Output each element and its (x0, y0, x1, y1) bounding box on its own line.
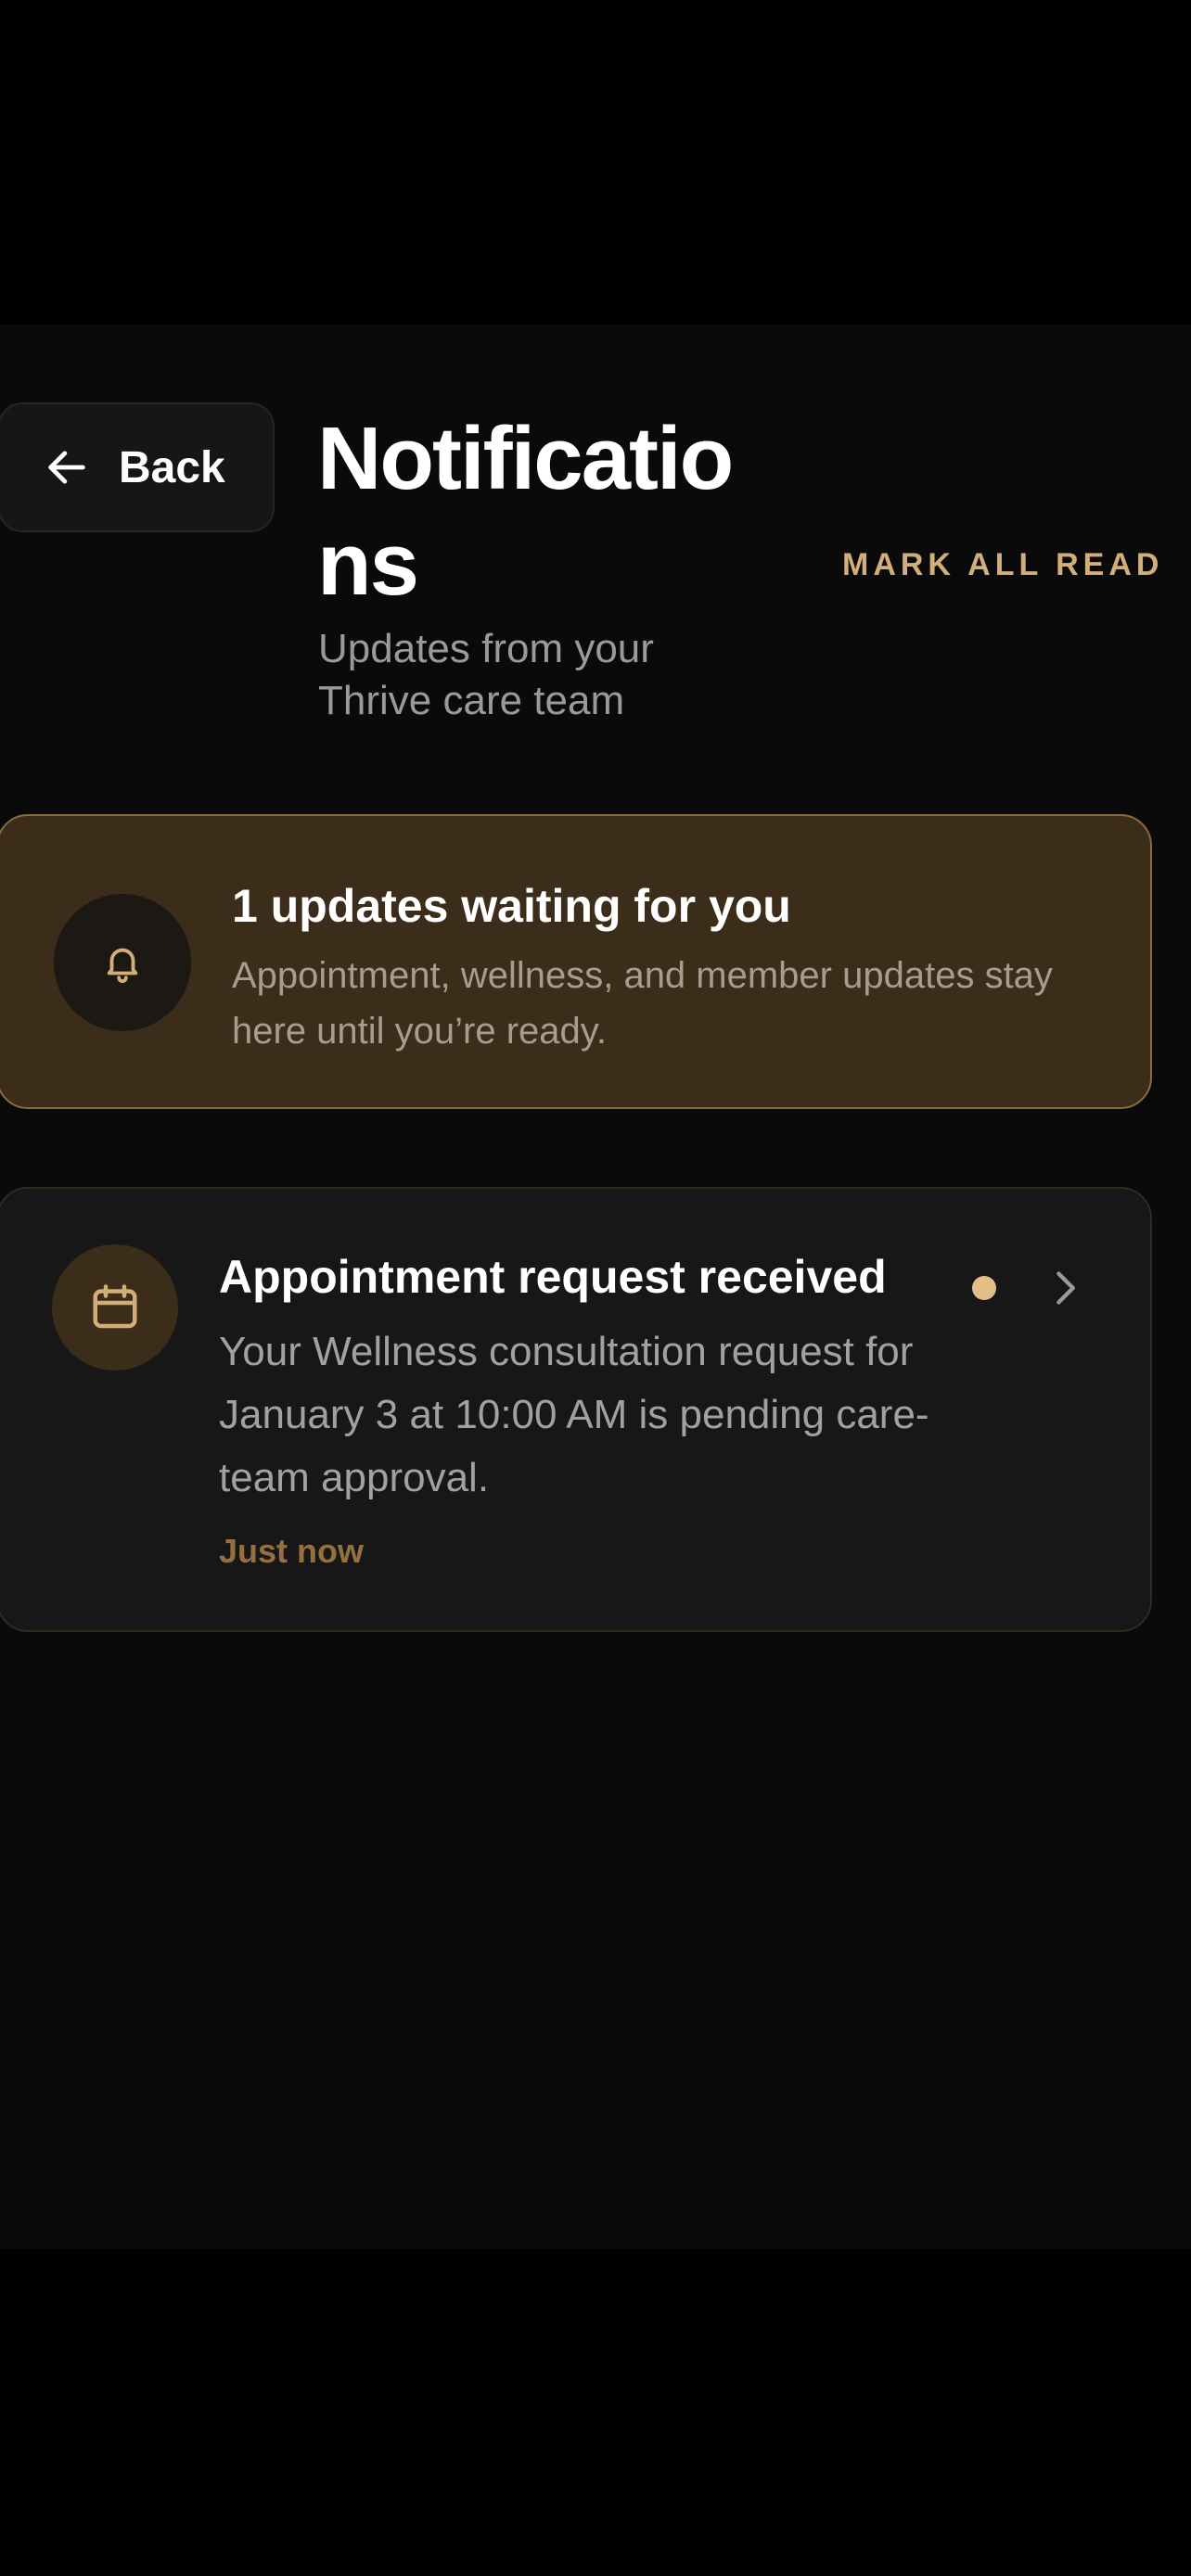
summary-description: Appointment, wellness, and member update… (232, 955, 1053, 1052)
notifications-screen: Back Notifications Updates from your Thr… (0, 325, 1191, 2249)
back-button-label: Back (119, 442, 225, 492)
mark-all-read-button[interactable]: MARK ALL READ (842, 547, 1163, 583)
page-subtitle: Updates from your Thrive care team (318, 626, 654, 723)
chevron-right-icon[interactable] (1046, 1265, 1083, 1311)
updates-summary-card: 1 updates waiting for you Appointment, w… (0, 814, 1152, 1109)
page-title: Notifications (317, 409, 734, 614)
notification-title: Appointment request received (219, 1251, 887, 1303)
bell-icon (54, 894, 191, 1031)
calendar-icon (52, 1244, 178, 1371)
back-button[interactable]: Back (0, 402, 275, 532)
summary-title: 1 updates waiting for you (232, 880, 791, 932)
notification-item[interactable]: Appointment request received Your Wellne… (0, 1187, 1152, 1632)
unread-dot (972, 1276, 996, 1300)
notification-body: Your Wellness consultation request for J… (219, 1329, 929, 1500)
arrow-left-icon (43, 443, 91, 491)
notification-time: Just now (219, 1532, 365, 1570)
